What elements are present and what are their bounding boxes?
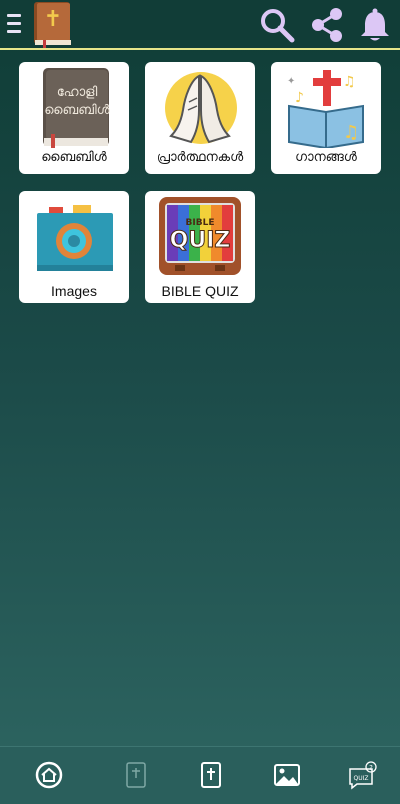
gallery-image-icon[interactable] (272, 760, 302, 790)
prayers-tile[interactable]: പ്രാർത്ഥനകൾ (145, 62, 255, 174)
search-icon[interactable] (258, 6, 296, 44)
svg-text:QUIZ: QUIZ (354, 775, 369, 782)
camera-icon (37, 205, 113, 271)
bible-logo-icon: ✝ (34, 2, 71, 48)
quiz-nav-icon[interactable]: QUIZ ? (347, 760, 379, 790)
images-tile[interactable]: Images (19, 191, 129, 303)
bible-tile-label: ബൈബിൾ (41, 150, 107, 165)
svg-text:QUIZ: QUIZ (170, 228, 231, 253)
svg-text:?: ? (369, 764, 373, 772)
hymn-book-icon: ♫ ♫ ♪ ✦ (287, 70, 364, 148)
hamburger-menu-icon[interactable] (7, 14, 21, 34)
svg-text:♪: ♪ (295, 90, 304, 106)
svg-text:♫: ♫ (343, 122, 359, 143)
svg-text:✦: ✦ (287, 76, 295, 87)
home-icon[interactable] (34, 760, 64, 790)
svg-text:ബൈബിൾ: ബൈബിൾ (44, 103, 110, 118)
songs-tile-label: ഗാനങ്ങൾ (295, 150, 357, 165)
bible-quiz-tile-label: BIBLE QUIZ (161, 283, 239, 299)
bottom-navigation-bar: QUIZ ? (0, 746, 400, 804)
holy-bible-book-icon: ഹോളി ബൈബിൾ (43, 68, 111, 148)
svg-text:ഹോളി: ഹോളി (57, 85, 98, 100)
songs-tile[interactable]: ♫ ♫ ♪ ✦ ഗാനങ്ങൾ (271, 62, 381, 174)
share-icon[interactable] (309, 6, 345, 44)
bible-book-nav-icon[interactable] (121, 760, 151, 790)
svg-text:BIBLE: BIBLE (186, 218, 215, 228)
bible-tile[interactable]: ഹോളി ബൈബിൾ ബൈബിൾ (19, 62, 129, 174)
svg-text:✝: ✝ (44, 7, 62, 32)
svg-text:♫: ♫ (343, 74, 356, 90)
bible-quiz-tile[interactable]: BIBLE QUIZ BIBLE QUIZ (145, 191, 255, 303)
top-app-bar: ✝ (0, 0, 400, 50)
bible-quiz-tv-icon: BIBLE QUIZ (159, 197, 241, 275)
praying-hands-icon (165, 72, 237, 144)
prayers-tile-label: പ്രാർത്ഥനകൾ (156, 150, 244, 165)
bible-cross-nav-icon[interactable] (196, 760, 226, 790)
notification-bell-icon[interactable] (359, 7, 391, 43)
images-tile-label: Images (51, 283, 97, 299)
